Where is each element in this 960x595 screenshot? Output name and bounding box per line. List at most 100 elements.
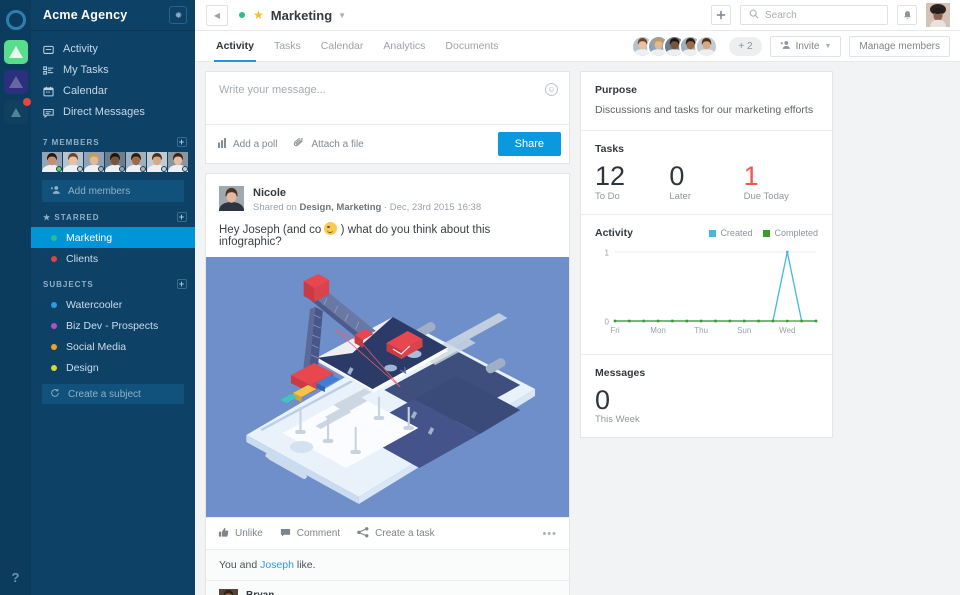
- search-input[interactable]: Search: [740, 5, 888, 25]
- channel-label: Marketing: [66, 231, 113, 244]
- sidebar-item-my-tasks[interactable]: My Tasks: [31, 60, 195, 80]
- task-stat-label: Due Today: [743, 191, 789, 203]
- back-button[interactable]: ◀: [206, 4, 228, 26]
- avatar[interactable]: [695, 34, 719, 58]
- chart-legend: Created Completed: [709, 228, 818, 238]
- attach-file-button[interactable]: Attach a file: [293, 137, 364, 150]
- overflow-count-badge[interactable]: + 2: [729, 36, 762, 56]
- legend-label: Completed: [774, 228, 818, 239]
- plus-icon[interactable]: +: [177, 279, 187, 289]
- chevron-down-icon[interactable]: ▼: [338, 11, 346, 20]
- sidebar-item-calendar[interactable]: Calendar: [31, 81, 195, 101]
- channel-label: Clients: [66, 252, 99, 265]
- subject-item-biz-dev-prospects[interactable]: Biz Dev - Prospects: [31, 315, 195, 336]
- legend-item-completed[interactable]: Completed: [763, 228, 818, 238]
- current-user-avatar[interactable]: [926, 3, 950, 27]
- composer-placeholder: Write your message...: [219, 84, 326, 96]
- add-person-icon: [50, 185, 61, 198]
- post-action-label: Create a task: [375, 528, 435, 540]
- right-panel: Purpose Discussions and tasks for our ma…: [580, 71, 833, 595]
- unlike-button[interactable]: Unlike: [218, 527, 263, 541]
- star-icon: ★: [43, 212, 52, 222]
- rail-app-green[interactable]: [3, 40, 28, 64]
- activity-title: Activity: [595, 227, 633, 240]
- tab-activity[interactable]: Activity: [206, 31, 264, 62]
- liker-link[interactable]: Joseph: [260, 559, 294, 571]
- task-stat-value: 1: [743, 160, 759, 191]
- task-stat-label: Later: [669, 191, 691, 203]
- avatar[interactable]: [105, 152, 125, 172]
- help-icon[interactable]: ?: [12, 570, 20, 585]
- messages-title: Messages: [595, 367, 646, 380]
- legend-swatch: [763, 229, 771, 237]
- rail-app-dark[interactable]: [3, 98, 31, 124]
- tab-calendar[interactable]: Calendar: [311, 31, 374, 61]
- tab-documents[interactable]: Documents: [435, 31, 508, 61]
- channel-color-dot: [51, 234, 57, 241]
- avatar[interactable]: [63, 152, 83, 172]
- post-header: Nicole Shared on Design, Marketing · Dec…: [206, 174, 569, 214]
- subject-item-social-media[interactable]: Social Media: [31, 336, 195, 357]
- avatar[interactable]: [42, 152, 62, 172]
- plus-icon[interactable]: +: [177, 137, 187, 147]
- gear-icon[interactable]: [169, 6, 187, 24]
- tab-analytics[interactable]: Analytics: [373, 31, 435, 61]
- status-dot: [182, 166, 188, 172]
- rail-app-indigo[interactable]: [3, 70, 28, 94]
- subject-item-watercooler[interactable]: Watercooler: [31, 294, 195, 315]
- add-button[interactable]: [711, 5, 731, 25]
- content-body: Write your message... ☺ Add a poll Attac…: [195, 62, 960, 595]
- add-poll-button[interactable]: Add a poll: [218, 137, 277, 151]
- star-icon[interactable]: ★: [253, 8, 264, 22]
- composer-input[interactable]: Write your message... ☺: [206, 72, 569, 124]
- sidebar-item-activity[interactable]: Activity: [31, 39, 195, 59]
- svg-text:Sun: Sun: [737, 326, 751, 335]
- sidebar-nav: Activity My Tasks Calendar Direct Messag…: [31, 31, 195, 127]
- channel-color-dot: [51, 364, 57, 371]
- status-dot: [56, 166, 62, 172]
- channel-label: Watercooler: [66, 298, 123, 311]
- avatar[interactable]: [168, 152, 188, 172]
- org-title: Acme Agency: [43, 8, 128, 22]
- bell-icon[interactable]: [897, 5, 917, 25]
- channel-status-dot: [239, 12, 245, 18]
- channel-info-card: Purpose Discussions and tasks for our ma…: [580, 71, 833, 439]
- share-button[interactable]: Share: [497, 132, 561, 156]
- task-stat-later: 0 Later: [669, 161, 743, 203]
- emoji-icon[interactable]: ☺: [545, 83, 558, 96]
- avatar[interactable]: [147, 152, 167, 172]
- post-meta-channels[interactable]: Design, Marketing: [299, 202, 381, 213]
- tab-tasks[interactable]: Tasks: [264, 31, 311, 61]
- add-members-button[interactable]: Add members: [42, 180, 184, 202]
- bar-chart-icon: [218, 137, 227, 151]
- task-stat-to-do: 12 To Do: [595, 161, 669, 203]
- invite-button[interactable]: Invite ▼: [769, 35, 842, 57]
- post-image-illustration[interactable]: [206, 257, 569, 518]
- legend-label: Created: [720, 228, 753, 239]
- comment-button[interactable]: Comment: [280, 527, 340, 541]
- plus-icon[interactable]: +: [177, 212, 187, 222]
- ellipsis-icon[interactable]: •••: [542, 528, 557, 540]
- legend-item-created[interactable]: Created: [709, 228, 752, 238]
- channel-color-dot: [51, 301, 57, 308]
- starred-item-marketing[interactable]: Marketing: [31, 227, 195, 248]
- create-subject-button[interactable]: Create a subject: [42, 384, 184, 404]
- circle-logo-icon: [5, 10, 26, 30]
- member-avatar-stack[interactable]: [631, 34, 719, 58]
- task-stat-label: To Do: [595, 191, 620, 203]
- page-title: Marketing: [270, 7, 333, 23]
- status-dot: [119, 166, 125, 172]
- tasks-title: Tasks: [595, 142, 624, 155]
- task-stat-due-today: 1 Due Today: [743, 160, 818, 203]
- purpose-title: Purpose: [595, 84, 638, 96]
- avatar[interactable]: [126, 152, 146, 172]
- subject-item-design[interactable]: Design: [31, 357, 195, 378]
- svg-text:0: 0: [605, 318, 610, 327]
- avatar[interactable]: [84, 152, 104, 172]
- sidebar-item-direct-messages[interactable]: Direct Messages: [31, 102, 195, 122]
- create-task-button[interactable]: Create a task: [357, 526, 435, 541]
- starred-item-clients[interactable]: Clients: [31, 248, 195, 269]
- manage-members-button[interactable]: Manage members: [849, 35, 950, 57]
- svg-text:Mon: Mon: [650, 326, 666, 335]
- channel-label: Social Media: [66, 340, 127, 353]
